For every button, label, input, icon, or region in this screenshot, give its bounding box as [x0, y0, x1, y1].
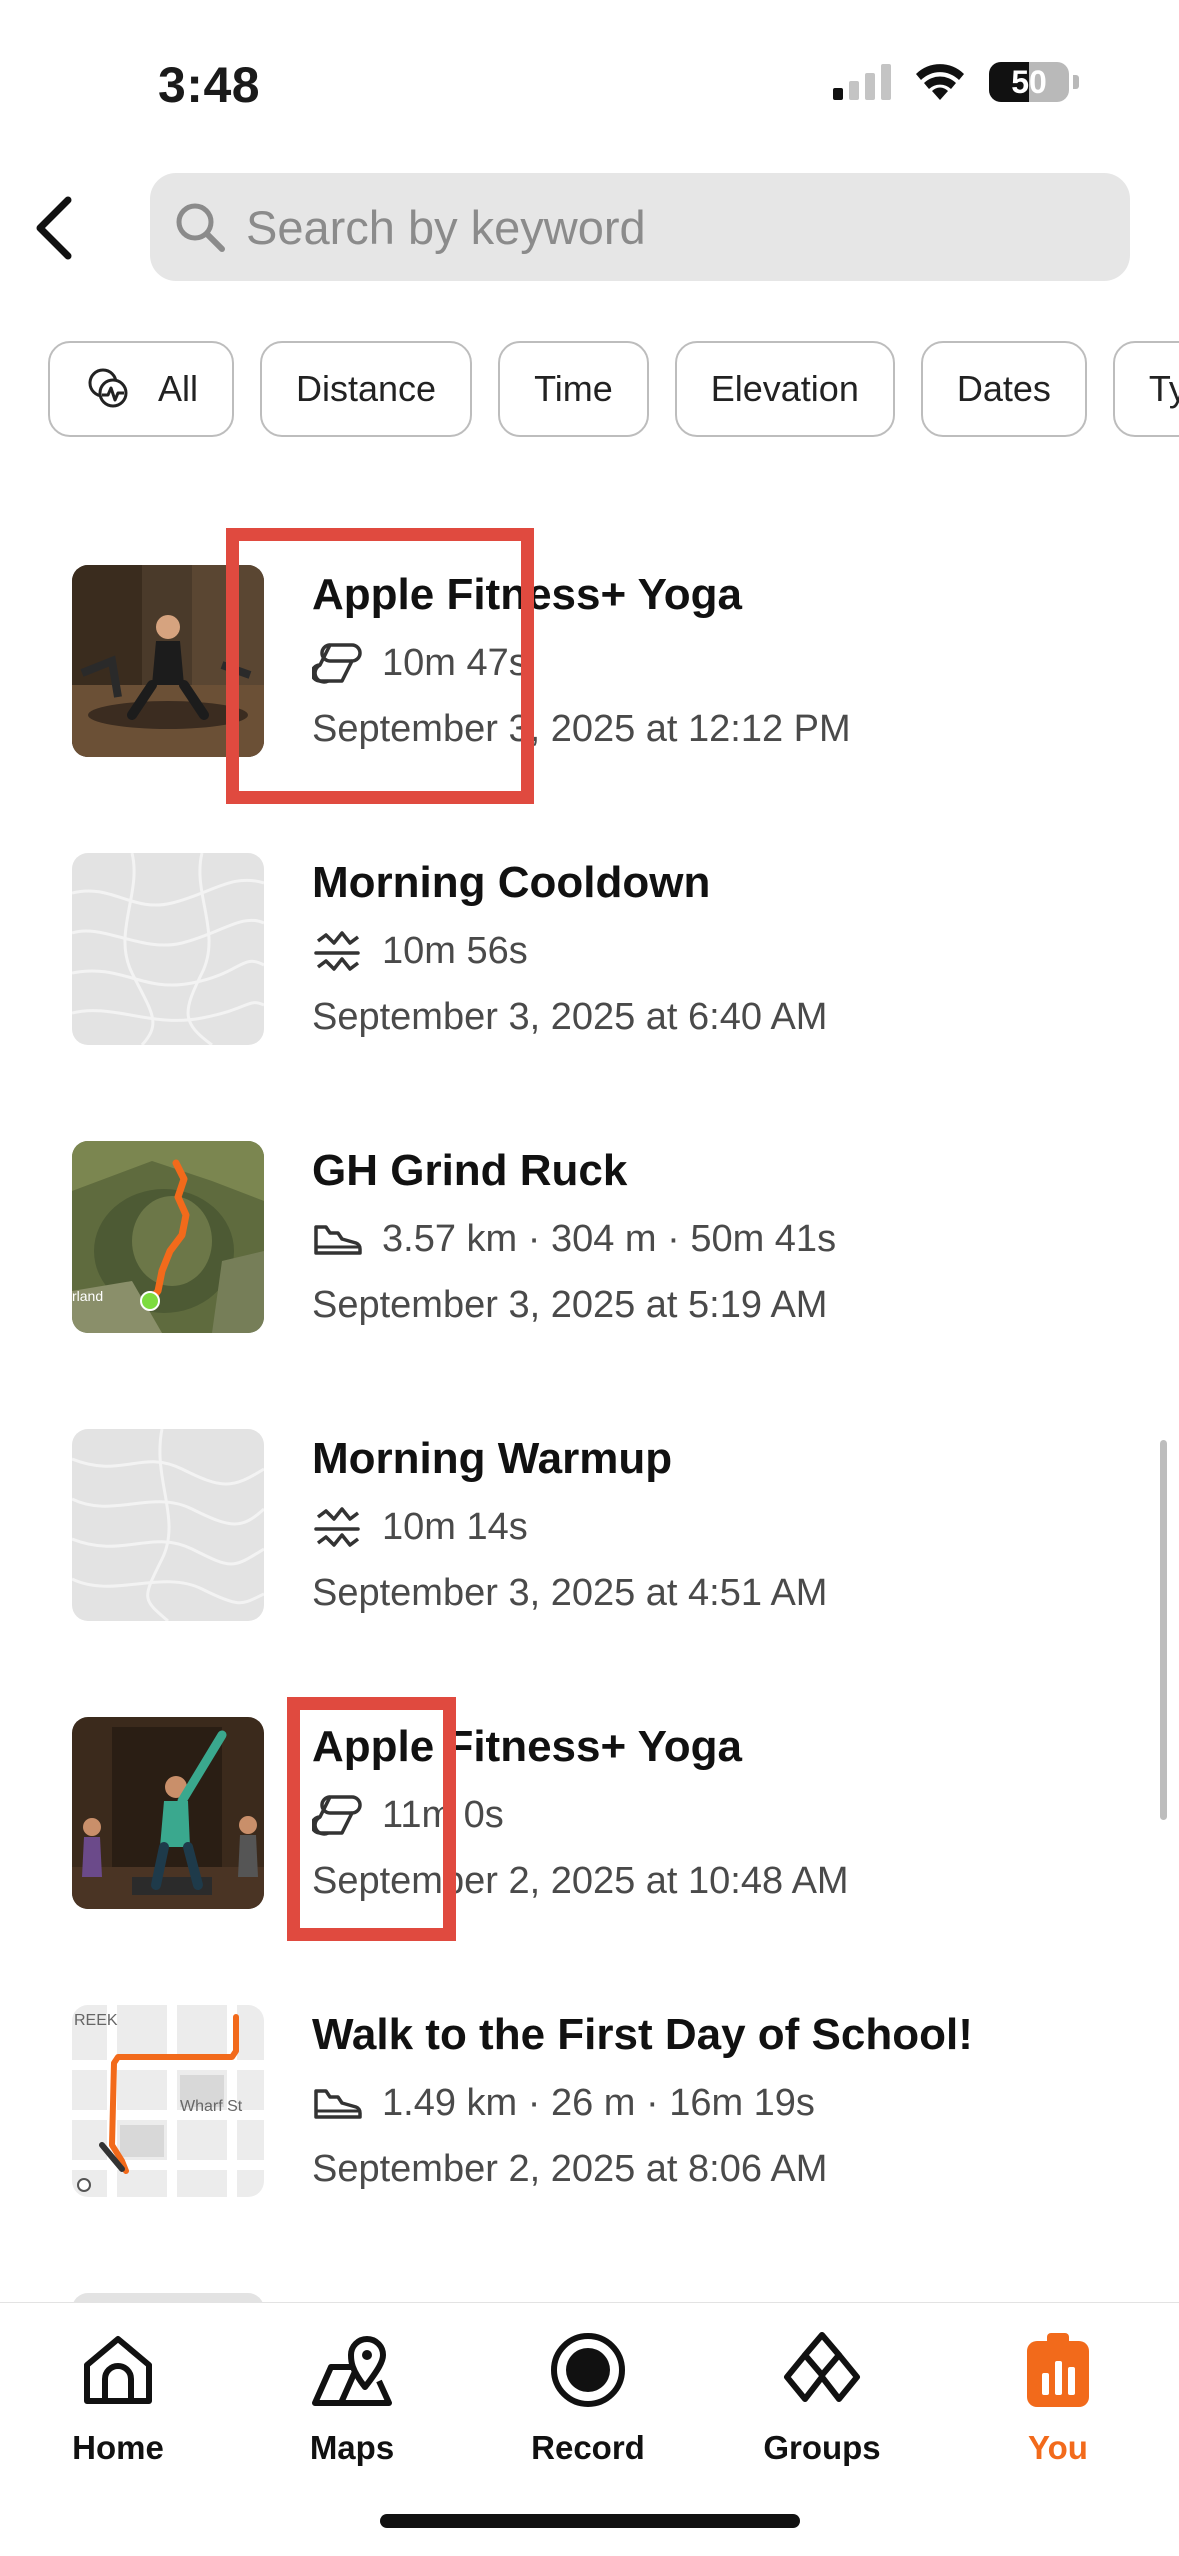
activity-stats: 10m 47s	[312, 635, 851, 691]
workout-icon	[314, 931, 360, 971]
status-time: 3:48	[158, 57, 261, 113]
home-icon	[84, 2336, 152, 2404]
record-icon	[551, 2333, 625, 2407]
satellite-map-image: rland	[72, 1141, 264, 1333]
filter-chips: All Distance Time Elevation Dates Type	[48, 341, 1179, 437]
map-street-label: Wharf St	[180, 2098, 243, 2115]
filter-chip-distance[interactable]: Distance	[260, 341, 473, 437]
activity-title: Walk to the First Day of School!	[312, 2010, 973, 2059]
activity-thumbnail: rland	[72, 1141, 264, 1333]
nav-you[interactable]: You	[958, 2325, 1158, 2467]
filter-chip-label: All	[158, 368, 199, 409]
activity-stats: 3.57 km · 304 m · 50m 41s	[312, 1211, 836, 1267]
nav-record[interactable]: Record	[488, 2325, 688, 2467]
shoe-icon	[314, 2089, 362, 2119]
nav-maps[interactable]: Maps	[252, 2325, 452, 2467]
home-indicator	[380, 2514, 800, 2528]
activity-date: September 3, 2025 at 12:12 PM	[312, 708, 851, 750]
search-placeholder: Search by keyword	[246, 200, 646, 254]
activity-title: Morning Warmup	[312, 1434, 673, 1483]
cellular-signal-icon	[833, 64, 891, 100]
activity-types-icon	[88, 368, 128, 408]
shoe-icon	[314, 1225, 362, 1255]
activity-date: September 2, 2025 at 8:06 AM	[312, 2148, 828, 2190]
battery-level: 50	[1011, 63, 1047, 100]
filter-chip-dates[interactable]: Dates	[920, 341, 1087, 437]
wifi-icon	[916, 64, 964, 100]
scrollbar[interactable]	[1160, 1440, 1167, 1820]
activity-stats-text: 10m 56s	[382, 930, 528, 972]
activity-thumbnail	[72, 565, 264, 757]
groups-icon	[784, 2332, 860, 2402]
activity-thumbnail: REEK Wharf St	[72, 2005, 264, 2197]
status-icons: 50	[833, 62, 1079, 102]
nav-label: Groups	[763, 2429, 881, 2466]
activity-thumbnail	[72, 1717, 264, 1909]
status-bar: 3:48 50	[0, 0, 1179, 160]
filter-chip-label: Time	[534, 368, 613, 409]
search-icon	[176, 203, 225, 252]
nav-label: You	[1028, 2429, 1088, 2466]
activity-stats: 11m 0s	[312, 1787, 849, 1843]
activity-stats: 10m 14s	[312, 1499, 827, 1555]
nav-label: Maps	[309, 2429, 395, 2466]
activity-row[interactable]: rland GH Grind Ruck 3.57 km · 304 m · 50…	[0, 1141, 1179, 1429]
activity-row[interactable]: Morning Warmup 10m 14s September 3, 2025…	[0, 1429, 1179, 1717]
filter-chip-label: Dates	[956, 368, 1051, 409]
activity-stats-text: 1.49 km · 26 m · 16m 19s	[382, 2082, 815, 2124]
activity-title: GH Grind Ruck	[312, 1146, 628, 1195]
topo-map-image	[72, 853, 264, 1045]
nav-groups[interactable]: Groups	[722, 2325, 922, 2467]
yoga-mat-icon	[312, 643, 362, 684]
yoga-photo-image	[72, 1717, 264, 1909]
filter-chip-all[interactable]: All	[48, 341, 235, 437]
nav-label: Record	[531, 2429, 645, 2466]
back-button[interactable]	[22, 192, 86, 264]
yoga-mat-icon	[312, 1795, 362, 1836]
activity-row[interactable]: REEK Wharf St Walk to the First Day of S…	[0, 2005, 1179, 2293]
street-map-image: REEK Wharf St	[72, 2005, 264, 2197]
activity-stats-text: 10m 14s	[382, 1506, 528, 1548]
filter-chip-type[interactable]: Type	[1112, 341, 1179, 437]
map-place-label: rland	[72, 1288, 103, 1304]
activity-date: September 2, 2025 at 10:48 AM	[312, 1860, 849, 1902]
nav-home[interactable]: Home	[18, 2325, 218, 2467]
chevron-left-icon	[36, 196, 72, 260]
workout-icon	[314, 1507, 360, 1547]
yoga-photo-image	[72, 565, 264, 757]
topo-map-image	[72, 1429, 264, 1621]
activity-stats-text: 10m 47s	[382, 642, 528, 684]
filter-chip-label: Type	[1148, 368, 1179, 409]
activity-date: September 3, 2025 at 6:40 AM	[312, 996, 828, 1038]
activity-title: Apple Fitness+ Yoga	[312, 570, 742, 619]
search-input[interactable]: Search by keyword	[150, 173, 1130, 281]
filter-chip-label: Elevation	[710, 368, 859, 409]
filter-chip-label: Distance	[296, 368, 437, 409]
filter-chip-time[interactable]: Time	[498, 341, 649, 437]
activity-row[interactable]: Apple Fitness+ Yoga 11m 0s September 2, …	[0, 1717, 1179, 2005]
map-street-label: REEK	[74, 2012, 118, 2029]
activity-title: Morning Cooldown	[312, 858, 711, 907]
activity-row[interactable]: Morning Cooldown 10m 56s September 3, 20…	[0, 853, 1179, 1141]
maps-icon	[312, 2336, 392, 2406]
filter-chip-elevation[interactable]: Elevation	[674, 341, 895, 437]
battery-icon: 50	[989, 62, 1069, 102]
activity-stats-text: 11m 0s	[382, 1794, 504, 1836]
activity-date: September 3, 2025 at 5:19 AM	[312, 1284, 828, 1326]
nav-label: Home	[72, 2429, 164, 2466]
activity-row[interactable]: Apple Fitness+ Yoga 10m 47s September 3,…	[0, 565, 1179, 853]
you-icon	[1027, 2333, 1089, 2407]
activity-title: Apple Fitness+ Yoga	[312, 1722, 742, 1771]
activity-date: September 3, 2025 at 4:51 AM	[312, 1572, 828, 1614]
activity-thumbnail	[72, 853, 264, 1045]
activity-stats-text: 3.57 km · 304 m · 50m 41s	[382, 1218, 837, 1260]
battery-cap	[1073, 75, 1079, 89]
activity-stats: 1.49 km · 26 m · 16m 19s	[312, 2075, 973, 2131]
activity-stats: 10m 56s	[312, 923, 827, 979]
activity-list: Apple Fitness+ Yoga 10m 47s September 3,…	[0, 565, 1179, 2556]
activity-thumbnail	[72, 1429, 264, 1621]
